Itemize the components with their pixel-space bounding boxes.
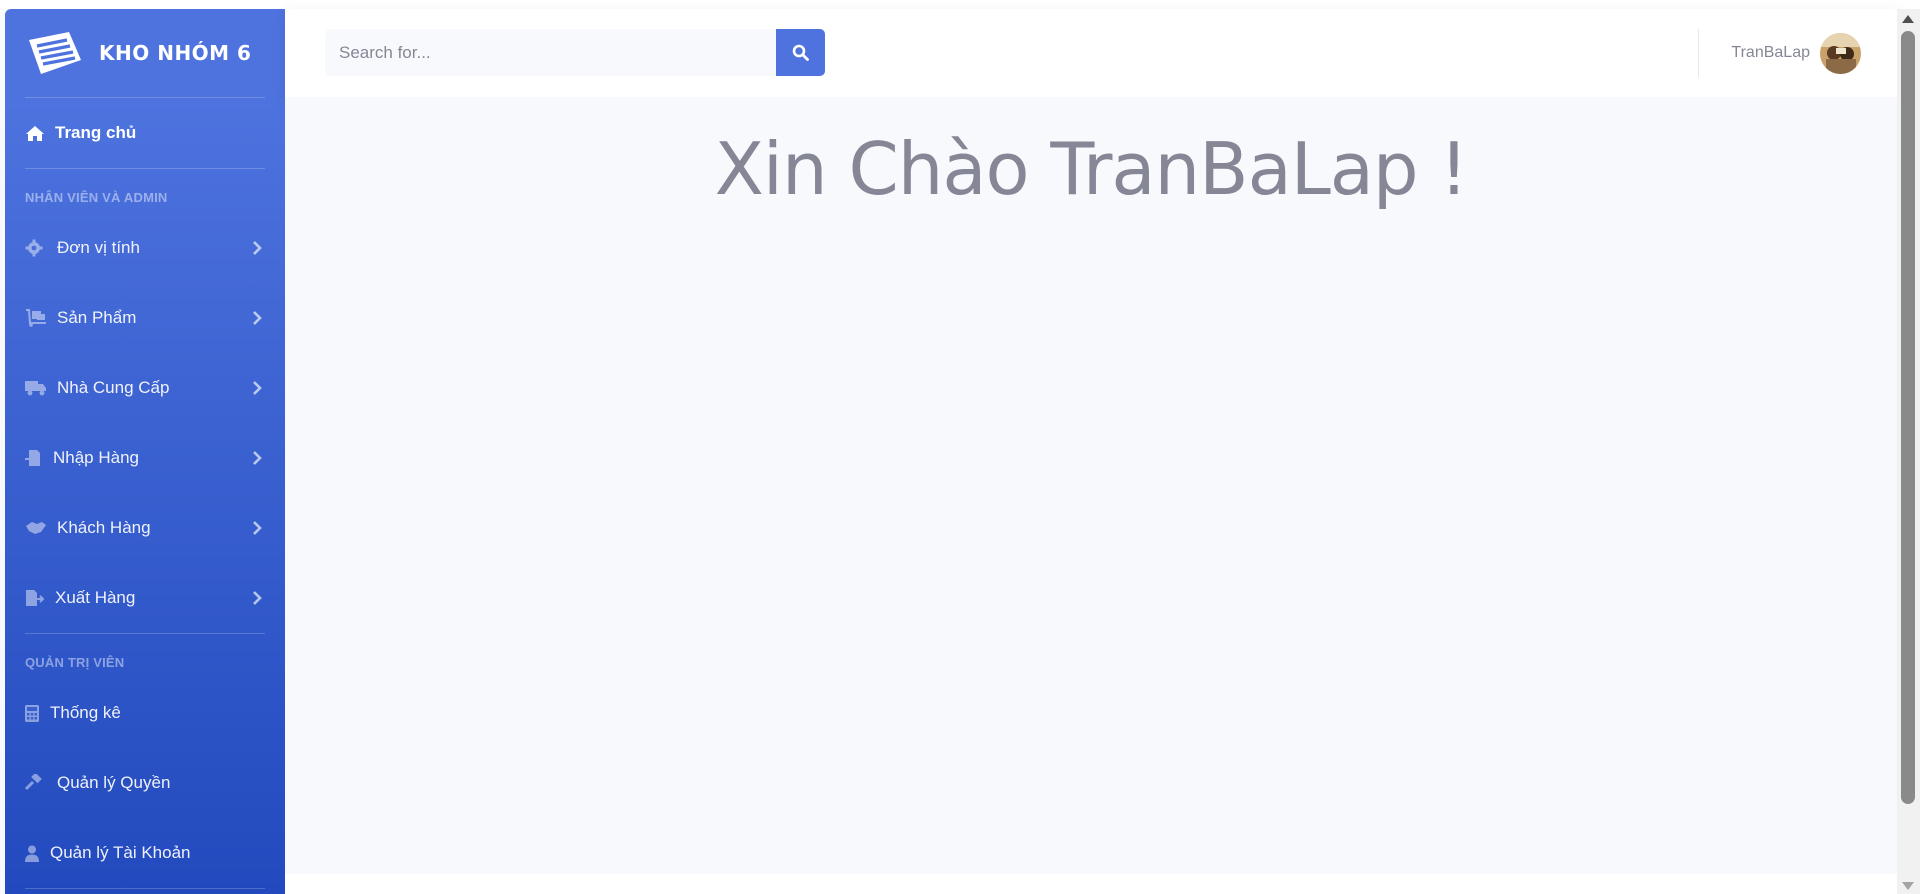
sidebar-item-customers[interactable]: Khách Hàng — [5, 493, 285, 563]
sidebar-item-label: Thống kê — [50, 703, 121, 722]
sidebar-heading-admin: QUẢN TRỊ VIÊN — [25, 655, 125, 670]
sidebar-item-imports[interactable]: Nhập Hàng — [5, 423, 285, 493]
sidebar-item-label: Khách Hàng — [57, 518, 151, 537]
sidebar-item-label: Xuất Hàng — [55, 588, 136, 607]
dolly-icon — [25, 308, 47, 328]
sidebar-item-label: Sản Phẩm — [57, 308, 137, 327]
scroll-up-arrow-icon[interactable] — [1902, 15, 1914, 23]
truck-icon — [25, 378, 47, 398]
scroll-down-arrow-icon[interactable] — [1902, 882, 1914, 890]
sidebar-item-home[interactable]: Trang chủ — [5, 98, 285, 168]
app-window: KHO NHÓM 6 Trang chủ NHÂN VIÊN VÀ ADMIN … — [0, 0, 1920, 894]
scrollbar-thumb[interactable] — [1901, 31, 1915, 804]
sidebar-item-suppliers[interactable]: Nhà Cung Cấp — [5, 353, 285, 423]
gear-icon — [25, 238, 47, 258]
search-bar — [325, 29, 825, 76]
handshake-icon — [25, 518, 47, 538]
topbar: TranBaLap — [285, 9, 1897, 97]
sidebar-item-exports[interactable]: Xuất Hàng — [5, 563, 285, 633]
home-icon — [26, 125, 44, 141]
search-input[interactable] — [325, 29, 776, 76]
calculator-icon — [25, 703, 40, 723]
chevron-right-icon — [253, 451, 262, 465]
chevron-right-icon — [253, 241, 262, 255]
avatar[interactable] — [1820, 32, 1861, 74]
page-scrollbar[interactable] — [1897, 9, 1920, 894]
sidebar-item-label: Nhà Cung Cấp — [57, 378, 170, 397]
main-content: Xin Chào TranBaLap ! — [285, 97, 1897, 874]
warehouse-logo-icon — [29, 32, 81, 74]
sidebar-item-label: Quản lý Tài Khoản — [50, 843, 191, 862]
chevron-right-icon — [253, 381, 262, 395]
brand-name: KHO NHÓM 6 — [99, 41, 252, 65]
sidebar-item-units[interactable]: Đơn vị tính — [5, 213, 285, 283]
user-name: TranBaLap — [1731, 44, 1810, 61]
topbar-divider — [1698, 29, 1699, 77]
sidebar: KHO NHÓM 6 Trang chủ NHÂN VIÊN VÀ ADMIN … — [5, 9, 285, 894]
user-menu[interactable]: TranBaLap — [1731, 32, 1861, 74]
sidebar-item-label: Nhập Hàng — [53, 448, 140, 467]
sidebar-item-accounts[interactable]: Quản lý Tài Khoản — [5, 818, 285, 888]
sidebar-item-label: Quản lý Quyền — [57, 773, 171, 792]
gavel-icon — [25, 773, 47, 793]
chevron-right-icon — [253, 521, 262, 535]
sidebar-item-permissions[interactable]: Quản lý Quyền — [5, 748, 285, 818]
sidebar-heading-staff: NHÂN VIÊN VÀ ADMIN — [25, 190, 168, 205]
sidebar-item-label: Đơn vị tính — [57, 238, 140, 257]
sidebar-item-products[interactable]: Sản Phẩm — [5, 283, 285, 353]
chevron-right-icon — [253, 591, 262, 605]
user-icon — [25, 843, 40, 863]
search-button[interactable] — [776, 29, 825, 76]
sidebar-brand[interactable]: KHO NHÓM 6 — [5, 9, 285, 97]
file-import-icon — [25, 448, 43, 468]
sidebar-item-statistics[interactable]: Thống kê — [5, 678, 285, 748]
chevron-right-icon — [253, 311, 262, 325]
file-export-icon — [25, 588, 45, 608]
sidebar-item-label: Trang chủ — [55, 123, 137, 142]
search-icon — [792, 44, 809, 61]
greeting-heading: Xin Chào TranBaLap ! — [714, 127, 1469, 211]
